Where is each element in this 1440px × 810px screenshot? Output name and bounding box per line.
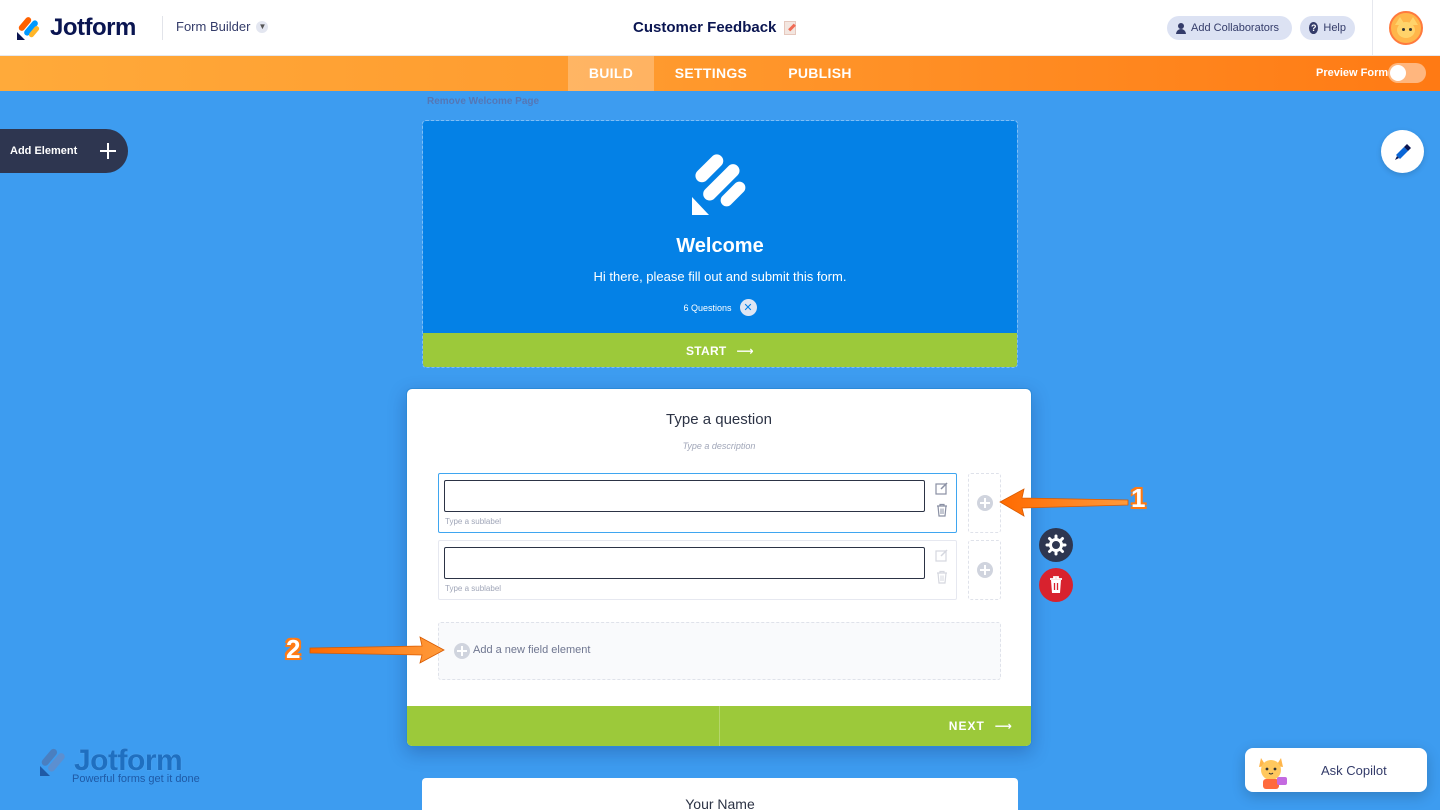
next-question-title[interactable]: Your Name [422,796,1018,810]
next-question-card[interactable]: Your Name [422,778,1018,810]
ask-copilot-label: Ask Copilot [1321,763,1387,778]
annotation-label-2: 2 [286,634,301,664]
annotation-arrow-1 [999,488,1129,517]
watermark-tagline: Powerful forms get it done [72,773,200,785]
jotform-watermark: Jotform Powerful forms get it done [38,744,218,788]
jotform-watermark-icon [40,748,65,776]
annotation-label-1: 1 [1131,483,1146,513]
copilot-cat-icon [1259,758,1287,789]
annotation-overlay [309,488,1129,664]
ask-copilot-button[interactable]: Ask Copilot [1245,748,1427,792]
annotation-arrow-2 [309,636,445,664]
